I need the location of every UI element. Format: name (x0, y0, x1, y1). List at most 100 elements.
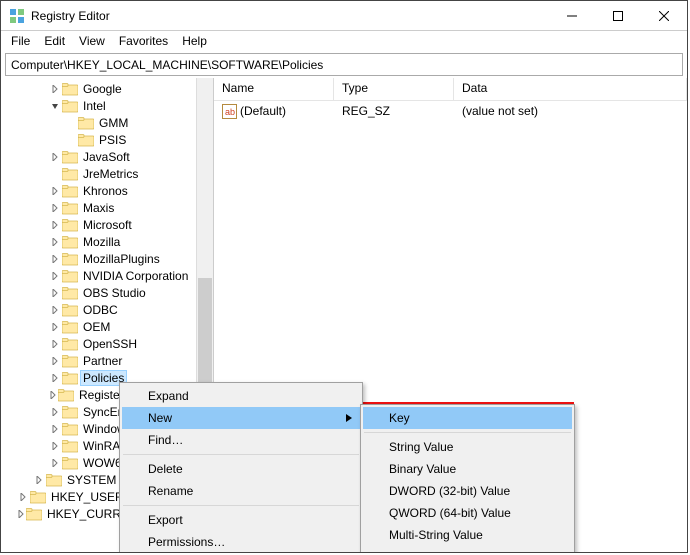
menu-separator (123, 505, 359, 506)
window-title: Registry Editor (31, 9, 549, 23)
collapse-icon[interactable] (49, 100, 61, 112)
menu-item[interactable]: Expand (122, 385, 360, 407)
menu-item[interactable]: Expandable String Value (363, 546, 572, 553)
expand-icon[interactable] (49, 338, 61, 350)
expand-icon[interactable] (49, 406, 61, 418)
expand-icon[interactable] (49, 321, 61, 333)
expand-icon[interactable] (49, 423, 61, 435)
tree-item[interactable]: Khronos (1, 182, 196, 199)
menu-item[interactable]: Multi-String Value (363, 524, 572, 546)
expand-icon[interactable] (49, 270, 61, 282)
maximize-button[interactable] (595, 1, 641, 31)
col-type[interactable]: Type (334, 78, 454, 100)
list-row[interactable]: (Default)REG_SZ(value not set) (214, 101, 687, 121)
menu-item[interactable]: Key (363, 407, 572, 429)
expand-icon[interactable] (49, 457, 61, 469)
expand-icon[interactable] (17, 508, 25, 520)
menu-item[interactable]: Delete (122, 458, 360, 480)
menu-item-label: QWORD (64-bit) Value (389, 506, 511, 520)
scrollbar-thumb[interactable] (198, 278, 212, 388)
expand-icon[interactable] (49, 151, 61, 163)
tree-item[interactable]: Partner (1, 352, 196, 369)
tree-item-label: JavaSoft (81, 150, 132, 164)
tree-item-label: Microsoft (81, 218, 134, 232)
menu-separator (364, 432, 571, 433)
expand-icon[interactable] (49, 219, 61, 231)
tree-item[interactable]: OBS Studio (1, 284, 196, 301)
menu-item[interactable]: Rename (122, 480, 360, 502)
list-body: (Default)REG_SZ(value not set) (214, 101, 687, 121)
tree-item[interactable]: Intel (1, 97, 196, 114)
tree-item[interactable]: PSIS (1, 131, 196, 148)
tree-item-label: SYSTEM (65, 473, 118, 487)
expand-icon[interactable] (49, 83, 61, 95)
folder-icon (62, 201, 78, 215)
tree-item[interactable]: ODBC (1, 301, 196, 318)
tree-item[interactable]: GMM (1, 114, 196, 131)
tree-item-label: MozillaPlugins (81, 252, 162, 266)
tree-item-label: Google (81, 82, 124, 96)
expand-icon[interactable] (33, 474, 45, 486)
close-button[interactable] (641, 1, 687, 31)
menubar: FileEditViewFavoritesHelp (1, 31, 687, 51)
tree-item[interactable]: NVIDIA Corporation (1, 267, 196, 284)
address-bar[interactable]: Computer\HKEY_LOCAL_MACHINE\SOFTWARE\Pol… (5, 53, 683, 76)
expand-icon[interactable] (49, 372, 61, 384)
tree-item-label: GMM (97, 116, 130, 130)
expand-icon[interactable] (49, 185, 61, 197)
folder-icon (78, 133, 94, 147)
folder-icon (62, 82, 78, 96)
context-menu[interactable]: ExpandNew Find… Delete Rename ExportPermissi… (119, 382, 363, 553)
tree-item[interactable]: JavaSoft (1, 148, 196, 165)
menu-item-label: Find… (148, 433, 183, 447)
expander-empty (65, 134, 77, 146)
value-data: (value not set) (454, 104, 687, 118)
expand-icon[interactable] (49, 253, 61, 265)
tree-item[interactable]: Maxis (1, 199, 196, 216)
menu-item[interactable]: Find… (122, 429, 360, 451)
tree-item[interactable]: JreMetrics (1, 165, 196, 182)
expand-icon[interactable] (49, 355, 61, 367)
expand-icon[interactable] (17, 491, 29, 503)
expand-icon[interactable] (49, 202, 61, 214)
tree-item[interactable]: Mozilla (1, 233, 196, 250)
menu-item[interactable]: Permissions… (122, 531, 360, 553)
folder-icon (62, 371, 78, 385)
tree-item[interactable]: MozillaPlugins (1, 250, 196, 267)
tree-item-label: OpenSSH (81, 337, 139, 351)
tree-item-label: Intel (81, 99, 108, 113)
context-submenu-new[interactable]: Key String Value Binary Value DWORD (32-bit… (360, 404, 575, 553)
menu-favorites[interactable]: Favorites (113, 32, 174, 50)
tree-item[interactable]: OpenSSH (1, 335, 196, 352)
menu-item-label: Delete (148, 462, 183, 476)
menu-item-label: Binary Value (389, 462, 456, 476)
expand-icon[interactable] (49, 304, 61, 316)
tree-item[interactable]: Google (1, 80, 196, 97)
menu-help[interactable]: Help (176, 32, 213, 50)
tree-item[interactable]: OEM (1, 318, 196, 335)
folder-icon (30, 490, 46, 504)
list-header[interactable]: Name Type Data (214, 78, 687, 101)
col-data[interactable]: Data (454, 78, 687, 100)
tree-item[interactable]: Microsoft (1, 216, 196, 233)
expand-icon[interactable] (49, 236, 61, 248)
folder-icon (62, 354, 78, 368)
menu-item[interactable]: New (122, 407, 360, 429)
menu-edit[interactable]: Edit (38, 32, 71, 50)
col-name[interactable]: Name (214, 78, 334, 100)
menu-item-label: Multi-String Value (389, 528, 483, 542)
menu-item[interactable]: Binary Value (363, 458, 572, 480)
expand-icon[interactable] (49, 287, 61, 299)
folder-icon (62, 286, 78, 300)
menu-item[interactable]: QWORD (64-bit) Value (363, 502, 572, 524)
folder-icon (62, 269, 78, 283)
menu-file[interactable]: File (5, 32, 36, 50)
minimize-button[interactable] (549, 1, 595, 31)
menu-item[interactable]: Export (122, 509, 360, 531)
window: Registry Editor FileEditViewFavoritesHel… (0, 0, 688, 553)
menu-item[interactable]: DWORD (32-bit) Value (363, 480, 572, 502)
expand-icon[interactable] (49, 440, 61, 452)
menu-item[interactable]: String Value (363, 436, 572, 458)
expand-icon[interactable] (49, 389, 57, 401)
menu-view[interactable]: View (73, 32, 111, 50)
